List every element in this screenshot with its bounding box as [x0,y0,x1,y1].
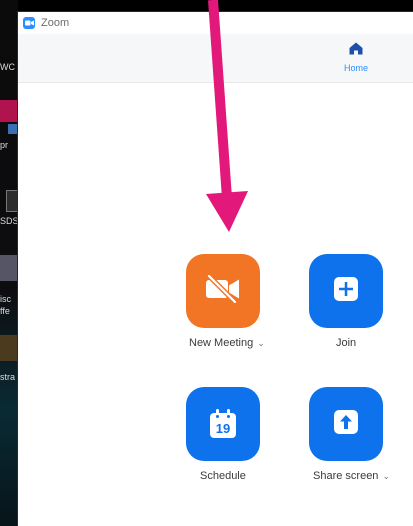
share-screen-label: Share screen [313,470,379,482]
calendar-icon: 19 [208,408,238,440]
new-meeting-label-group[interactable]: New Meeting ⌄ [189,337,265,349]
zoom-camera-icon [23,17,35,29]
desktop-app-icon[interactable] [0,335,18,361]
schedule-label: Schedule [200,470,246,482]
window-title: Zoom [41,17,70,29]
join-label: Join [336,337,357,349]
desktop-label: pr [0,140,9,150]
join-button[interactable] [309,254,383,328]
title-bar[interactable]: Zoom [18,12,413,34]
plus-icon [332,275,360,308]
schedule-button[interactable]: 19 [186,387,260,461]
desktop-file-icon[interactable] [6,190,18,212]
desktop-label: stra [0,372,16,382]
desktop-label: ffe [0,306,10,316]
desktop-app-icon[interactable] [0,255,18,281]
share-screen-button[interactable] [309,387,383,461]
chevron-down-icon[interactable]: ⌄ [382,471,390,482]
zoom-window: Zoom Home New Meeting ⌄ Join 19 Schedule… [18,12,413,526]
shortcut-arrow-icon [8,124,18,134]
share-screen-label-group[interactable]: Share screen ⌄ [313,470,390,482]
arrow-up-icon [332,408,360,441]
top-nav: Home [18,34,413,83]
desktop-background: WC pr SDS isc ffe stra [0,0,18,526]
desktop-label: SDS [0,216,18,226]
schedule-label-group: Schedule [200,470,246,482]
desktop-app-icon[interactable] [0,100,18,122]
home-icon [349,42,363,60]
tab-home-label: Home [343,63,368,73]
video-off-icon [204,273,242,308]
tab-home[interactable]: Home [333,42,379,78]
new-meeting-button[interactable] [186,254,260,328]
chevron-down-icon[interactable]: ⌄ [257,338,265,349]
desktop-label: WC [0,62,15,72]
new-meeting-label: New Meeting [189,337,254,349]
calendar-day-number: 19 [215,421,231,436]
join-label-group: Join [336,337,356,349]
desktop-label: isc [0,294,11,304]
